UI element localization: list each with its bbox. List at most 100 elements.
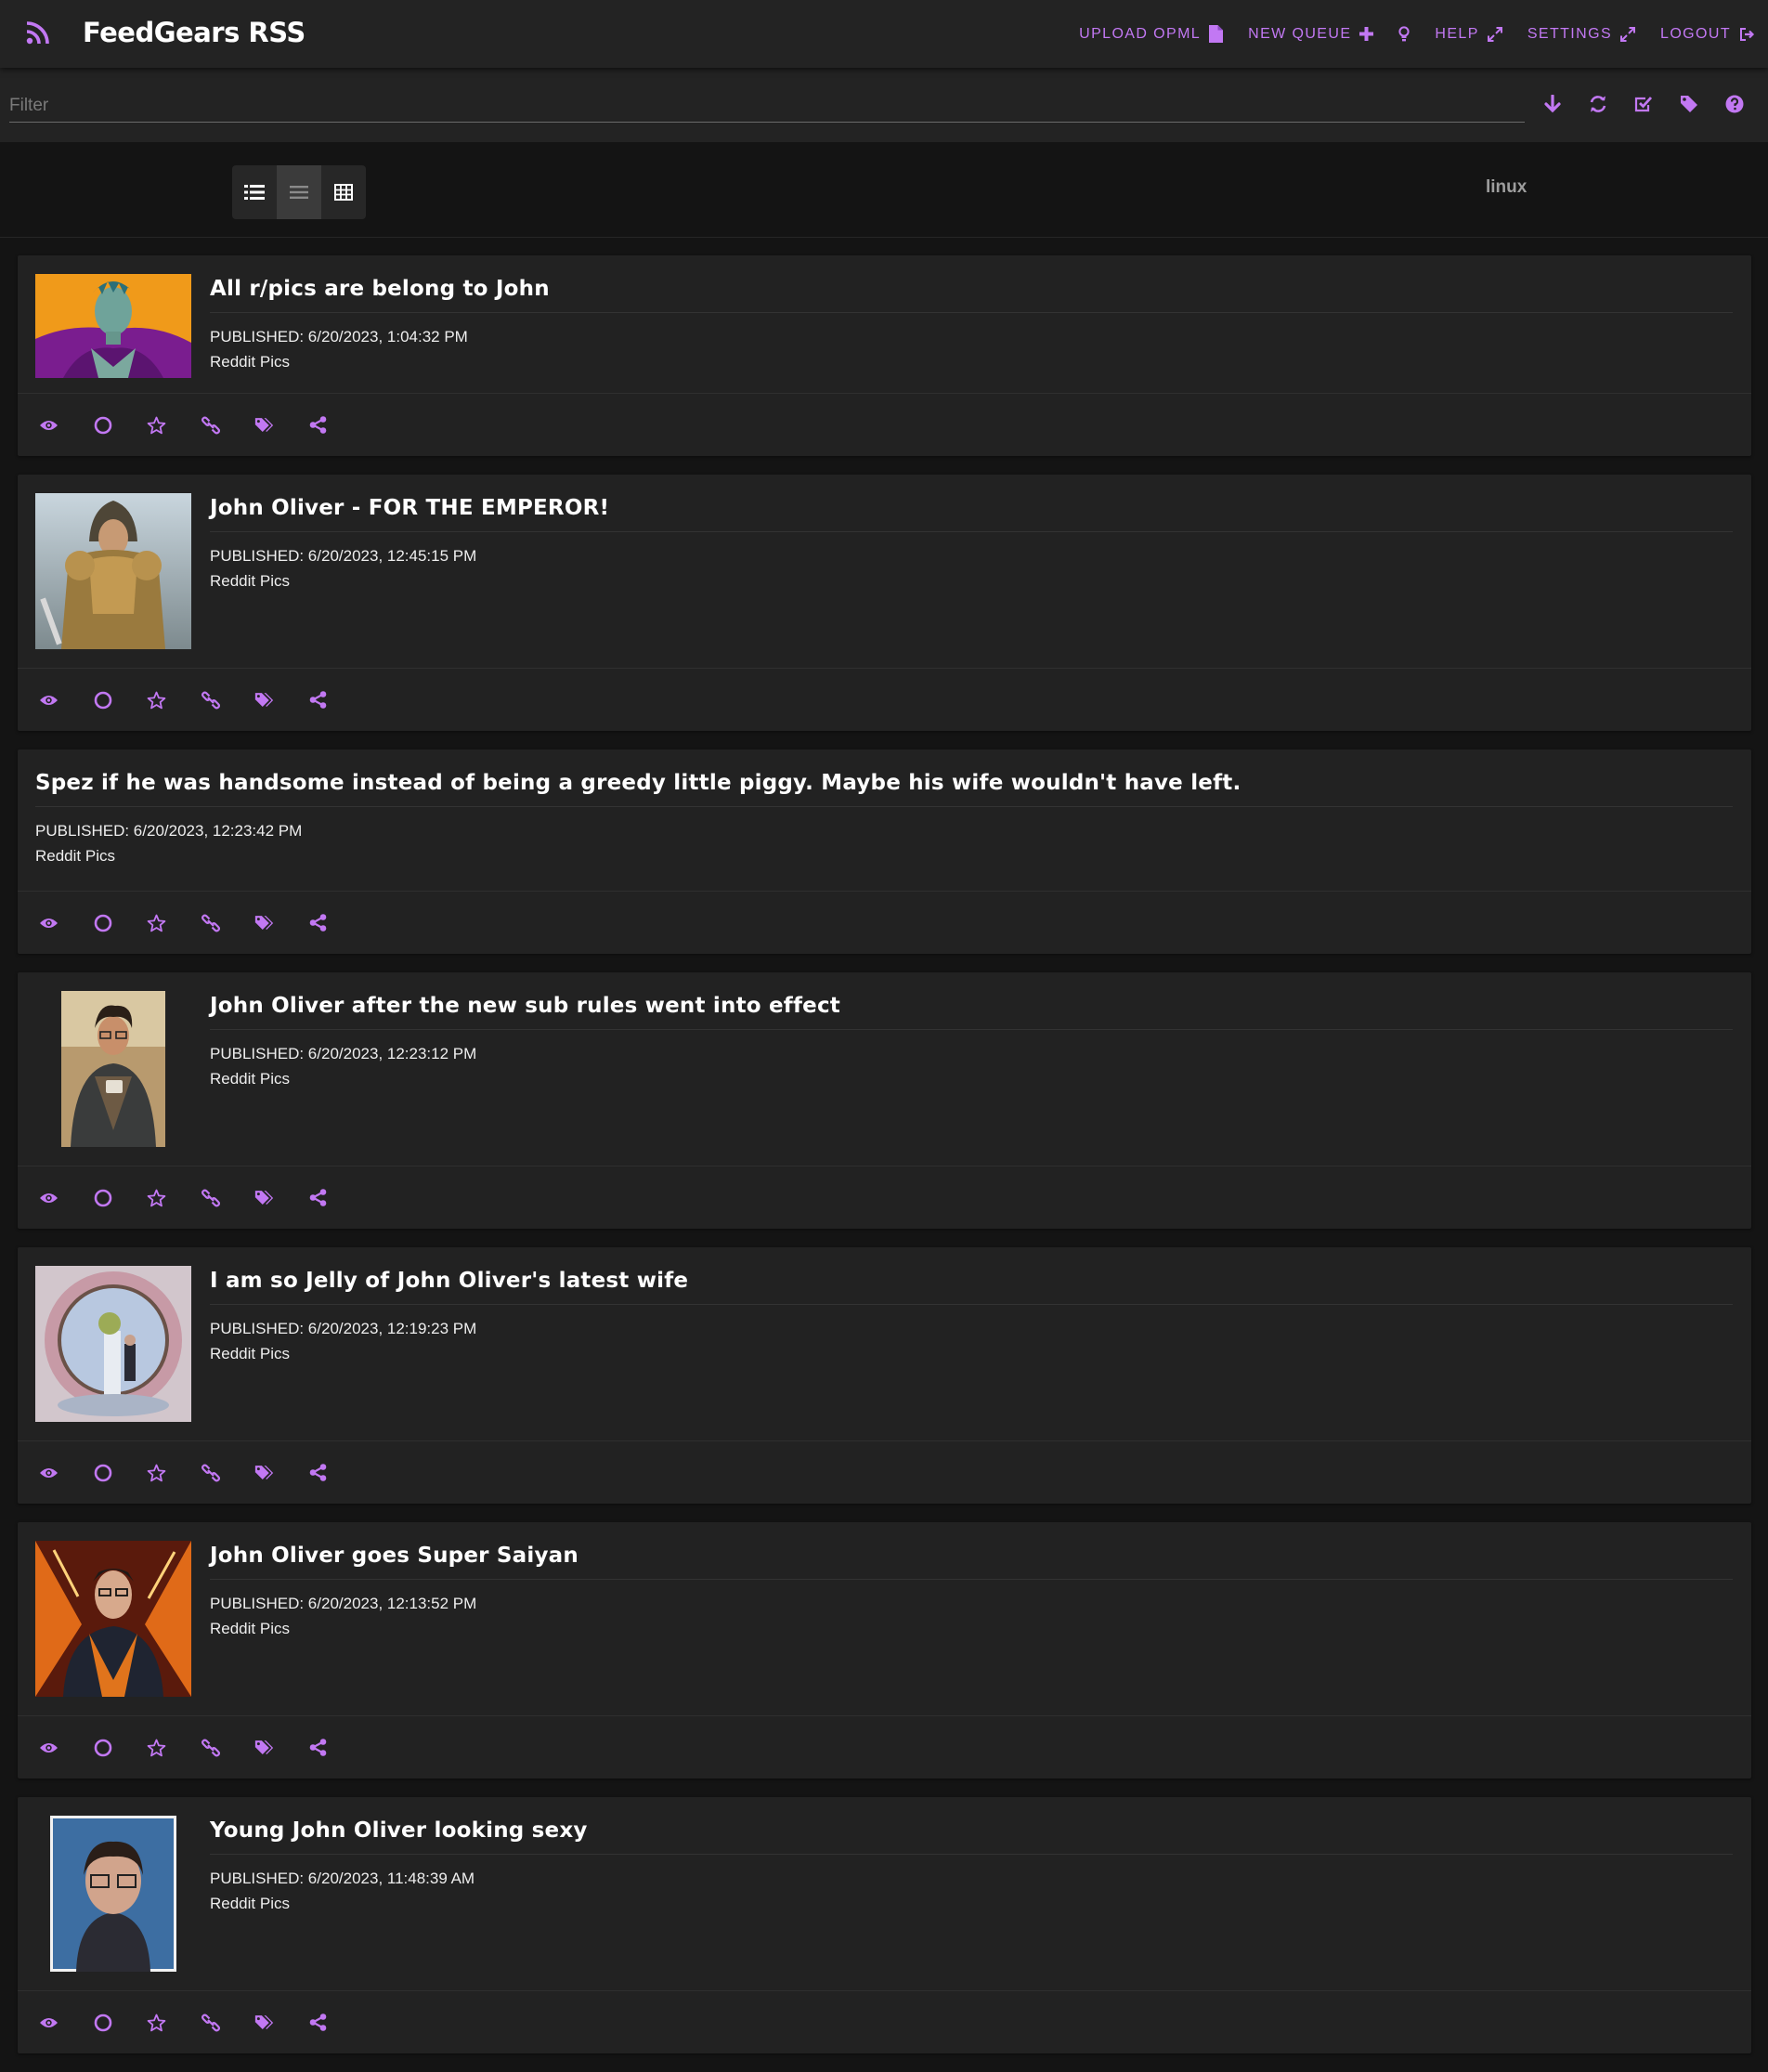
- app-title[interactable]: FeedGears RSS: [83, 17, 306, 48]
- thumbnail-container[interactable]: [35, 274, 191, 378]
- link-icon: [201, 1189, 220, 1206]
- tag-icon: [1681, 96, 1697, 112]
- feed-item-title[interactable]: John Oliver - FOR THE EMPEROR!: [210, 493, 1733, 532]
- thumbnail-image[interactable]: [35, 274, 191, 378]
- favorite-button[interactable]: [147, 1188, 166, 1207]
- open-link-button[interactable]: [201, 690, 220, 710]
- feed-item-source: Reddit Pics: [210, 1345, 290, 1362]
- tag-button[interactable]: [254, 1738, 274, 1757]
- nav-menu: UPLOAD OPML NEW QUEUE HELP SETTINGS LOGO…: [1054, 0, 1755, 68]
- filter-toolbar: [1541, 93, 1746, 115]
- mark-read-button[interactable]: [93, 690, 112, 710]
- view-button[interactable]: [39, 1738, 58, 1757]
- thumbnail-image[interactable]: [50, 1816, 176, 1972]
- queue-name-label[interactable]: linux: [1486, 177, 1527, 198]
- file-icon: [1209, 25, 1224, 43]
- tags-icon: [254, 1740, 274, 1754]
- theme-toggle-button[interactable]: [1398, 25, 1410, 43]
- favorite-button[interactable]: [147, 1463, 166, 1482]
- mark-read-button[interactable]: [93, 1463, 112, 1482]
- link-icon: [201, 1739, 220, 1756]
- thumbnail-image[interactable]: [35, 493, 191, 649]
- circle-icon: [94, 691, 111, 709]
- tag-button[interactable]: [254, 690, 274, 710]
- share-button[interactable]: [308, 1738, 328, 1757]
- feed-item-title[interactable]: John Oliver goes Super Saiyan: [210, 1541, 1733, 1580]
- open-link-button[interactable]: [201, 415, 220, 435]
- help-button[interactable]: [1723, 93, 1746, 115]
- feed-item-title[interactable]: I am so Jelly of John Oliver's latest wi…: [210, 1266, 1733, 1305]
- share-button[interactable]: [308, 1463, 328, 1482]
- view-button[interactable]: [39, 913, 58, 932]
- mark-read-button[interactable]: [93, 2013, 112, 2032]
- load-more-button[interactable]: [1541, 93, 1564, 115]
- star-icon: [147, 691, 166, 709]
- eye-icon: [40, 918, 58, 928]
- view-button[interactable]: [39, 1463, 58, 1482]
- thumbnail-container[interactable]: [35, 1541, 191, 1697]
- view-button[interactable]: [39, 415, 58, 435]
- feed-item-title[interactable]: Young John Oliver looking sexy: [210, 1816, 1733, 1855]
- rss-icon[interactable]: [26, 20, 50, 45]
- share-button[interactable]: [308, 1188, 328, 1207]
- thumbnail-image[interactable]: [35, 1541, 191, 1697]
- link-icon: [201, 914, 220, 932]
- check-square-icon: [1634, 97, 1653, 112]
- open-link-button[interactable]: [201, 2013, 220, 2032]
- favorite-button[interactable]: [147, 913, 166, 932]
- feed-item-source: Reddit Pics: [210, 572, 290, 590]
- mark-read-button[interactable]: [93, 1188, 112, 1207]
- feed-item-title[interactable]: John Oliver after the new sub rules went…: [210, 991, 1733, 1030]
- mark-read-button[interactable]: [93, 1738, 112, 1757]
- refresh-button[interactable]: [1587, 93, 1609, 115]
- settings-link[interactable]: SETTINGS: [1528, 26, 1636, 43]
- tags-button[interactable]: [1678, 93, 1700, 115]
- view-button[interactable]: [39, 690, 58, 710]
- view-button[interactable]: [39, 2013, 58, 2032]
- tag-button[interactable]: [254, 1463, 274, 1482]
- feed-item-title[interactable]: Spez if he was handsome instead of being…: [35, 768, 1733, 807]
- question-circle-icon: [1725, 95, 1744, 113]
- thumbnail-container[interactable]: [35, 1816, 191, 1972]
- view-button[interactable]: [39, 1188, 58, 1207]
- thumbnail-container[interactable]: [35, 1266, 191, 1422]
- view-options-bar: linux: [0, 142, 1768, 238]
- mark-read-button[interactable]: [93, 415, 112, 435]
- favorite-button[interactable]: [147, 415, 166, 435]
- tag-button[interactable]: [254, 415, 274, 435]
- thumbnail-container[interactable]: [35, 991, 191, 1147]
- favorite-button[interactable]: [147, 1738, 166, 1757]
- star-icon: [147, 1464, 166, 1481]
- mark-all-read-button[interactable]: [1632, 93, 1655, 115]
- mark-read-button[interactable]: [93, 913, 112, 932]
- open-link-button[interactable]: [201, 1738, 220, 1757]
- view-mode-toggle: [232, 165, 366, 219]
- thumbnail-container[interactable]: [35, 493, 191, 649]
- open-link-button[interactable]: [201, 913, 220, 932]
- favorite-button[interactable]: [147, 2013, 166, 2032]
- card-view-button[interactable]: [232, 165, 277, 219]
- link-icon: [201, 691, 220, 709]
- share-button[interactable]: [308, 913, 328, 932]
- share-icon: [309, 2013, 327, 2031]
- list-view-button[interactable]: [277, 165, 321, 219]
- thumbnail-image[interactable]: [35, 1266, 191, 1422]
- tag-button[interactable]: [254, 913, 274, 932]
- share-button[interactable]: [308, 690, 328, 710]
- tag-button[interactable]: [254, 1188, 274, 1207]
- filter-input[interactable]: [9, 90, 1525, 123]
- share-button[interactable]: [308, 2013, 328, 2032]
- feed-item-title[interactable]: All r/pics are belong to John: [210, 274, 1733, 313]
- open-link-button[interactable]: [201, 1463, 220, 1482]
- open-link-button[interactable]: [201, 1188, 220, 1207]
- new-queue-button[interactable]: NEW QUEUE: [1248, 26, 1374, 43]
- tag-button[interactable]: [254, 2013, 274, 2032]
- table-view-button[interactable]: [321, 165, 366, 219]
- share-button[interactable]: [308, 415, 328, 435]
- upload-opml-button[interactable]: UPLOAD OPML: [1079, 25, 1224, 43]
- favorite-button[interactable]: [147, 690, 166, 710]
- circle-icon: [94, 1189, 111, 1206]
- help-link[interactable]: HELP: [1435, 26, 1502, 43]
- logout-button[interactable]: LOGOUT: [1660, 26, 1755, 43]
- thumbnail-image[interactable]: [61, 991, 165, 1147]
